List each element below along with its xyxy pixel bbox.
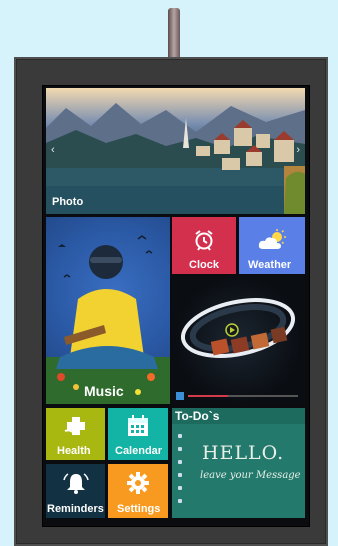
photo-label: Photo — [52, 196, 84, 208]
home-screen: ‹ › Photo Music Clock Weather Health Cal… — [42, 85, 310, 527]
photo-next-arrow[interactable]: › — [296, 144, 300, 156]
gear-icon — [127, 472, 149, 499]
music-label: Music — [84, 383, 124, 399]
music-artwork — [46, 235, 170, 404]
clock-tile[interactable]: Clock — [172, 217, 236, 274]
todo-tile[interactable]: To-Do`s HELLO. leave your Message — [172, 408, 305, 518]
health-tile[interactable]: Health — [46, 408, 105, 460]
bell-icon — [63, 472, 89, 499]
health-plus-icon — [64, 415, 88, 442]
reminders-tile[interactable]: Reminders — [46, 464, 105, 518]
music-tile[interactable]: Music — [46, 217, 170, 404]
todo-title: To-Do`s — [175, 409, 220, 423]
calendar-icon — [127, 415, 149, 442]
alarm-clock-icon — [194, 229, 214, 256]
weather-cloud-sun-icon — [257, 229, 287, 256]
calendar-label: Calendar — [115, 445, 163, 457]
weather-label: Weather — [248, 259, 292, 271]
health-label: Health — [57, 445, 91, 457]
photo-tile[interactable]: ‹ › Photo — [46, 88, 305, 214]
settings-label: Settings — [117, 503, 161, 515]
settings-tile[interactable]: Settings — [108, 464, 168, 518]
video-artwork — [176, 298, 298, 400]
todo-board-subtext: leave your Message — [200, 470, 301, 481]
play-icon — [225, 323, 239, 337]
calendar-tile[interactable]: Calendar — [108, 408, 168, 460]
clock-label: Clock — [189, 259, 219, 271]
photo-prev-arrow[interactable]: ‹ — [51, 144, 55, 156]
todo-board-heading: HELLO. — [202, 442, 285, 464]
reminders-label: Reminders — [47, 503, 104, 515]
todo-board[interactable]: HELLO. leave your Message — [172, 424, 305, 518]
video-tile[interactable] — [172, 276, 305, 404]
todo-bullets — [178, 434, 182, 512]
weather-tile[interactable]: Weather — [239, 217, 305, 274]
photo-landscape — [46, 103, 305, 214]
